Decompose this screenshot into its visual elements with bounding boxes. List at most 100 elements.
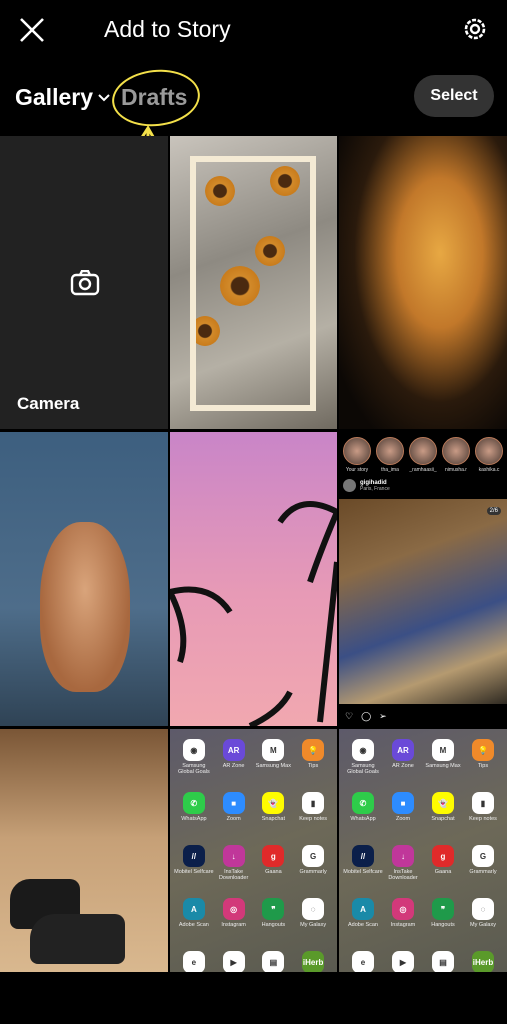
app-icon: 👻 xyxy=(262,792,285,814)
app-label: Zoom xyxy=(395,816,411,822)
app-item: // Mobitel Selfcare xyxy=(174,845,214,892)
close-icon[interactable] xyxy=(18,16,46,44)
gallery-photo-silhouette[interactable] xyxy=(339,136,507,429)
app-item: // Mobitel Selfcare xyxy=(343,845,383,892)
app-item: ◉ Samsung Global Goals xyxy=(174,739,214,786)
app-label: Gaana xyxy=(265,869,282,875)
app-item: g Gaana xyxy=(423,845,463,892)
app-item: 💡 Tips xyxy=(293,739,333,786)
stories-row: Your story tha_ima _ramhaasii_ nimusha.r… xyxy=(339,432,507,473)
app-label: Samsung Global Goals xyxy=(177,763,210,775)
camera-icon xyxy=(70,270,100,296)
app-label: Keep notes xyxy=(299,816,328,822)
app-item: ↓ InsTake Downloader xyxy=(214,845,254,892)
app-item: ◎ Instagram xyxy=(383,898,423,945)
app-item: ■ Zoom xyxy=(214,792,254,839)
app-icon: iHerb xyxy=(302,951,325,972)
app-icon: // xyxy=(182,845,205,867)
app-icon: A xyxy=(352,898,374,920)
gallery-photo-sunflowers[interactable] xyxy=(170,136,337,429)
app-item: ◎ Instagram xyxy=(214,898,254,945)
app-icon: M xyxy=(262,739,285,761)
app-icon: ❞ xyxy=(432,898,454,920)
app-icon: AR xyxy=(392,739,414,761)
app-label: Mobitel Selfcare xyxy=(174,869,214,875)
app-label: Hangouts xyxy=(261,922,286,928)
app-item: ◌ My Galaxy xyxy=(293,898,333,945)
app-icon: ↓ xyxy=(222,845,245,867)
app-item: 👻 Snapchat xyxy=(423,792,463,839)
app-icon: 💡 xyxy=(472,739,494,761)
app-item: iHerbiHerb xyxy=(293,951,333,972)
app-item: g Gaana xyxy=(254,845,294,892)
app-icon: // xyxy=(352,845,374,867)
palm-silhouette xyxy=(170,501,337,726)
gallery-screenshot-instagram[interactable]: Your story tha_ima _ramhaasii_ nimusha.r… xyxy=(339,432,507,726)
gallery-dropdown[interactable]: Gallery xyxy=(15,84,111,111)
gallery-photo-kitten[interactable] xyxy=(0,432,168,726)
gallery-screenshot-apps-2[interactable]: ◉ Samsung Global Goals AR AR Zone M Samsung M… xyxy=(339,729,507,972)
app-label: Samsung Max xyxy=(425,763,461,769)
app-item: ■ Zoom xyxy=(383,792,423,839)
app-label: My Galaxy xyxy=(470,922,496,928)
app-label: Samsung Global Goals xyxy=(347,763,379,775)
app-icon: ✆ xyxy=(182,792,205,814)
gallery-screenshot-apps[interactable]: ◉ Samsung Global Goals AR AR Zone M Samsung M… xyxy=(170,729,337,972)
app-label: Mobitel Selfcare xyxy=(343,869,383,875)
app-icon: ▮ xyxy=(302,792,325,814)
app-label: Snapchat xyxy=(431,816,455,822)
post-header: gigihadid Paris, France xyxy=(343,479,390,492)
app-icon: 👻 xyxy=(432,792,454,814)
app-icon: ✆ xyxy=(352,792,374,814)
app-item: ▮ Keep notes xyxy=(293,792,333,839)
gallery-photo-palms[interactable] xyxy=(170,432,337,726)
app-item: M Samsung Max xyxy=(254,739,294,786)
app-item: ◉ Samsung Global Goals xyxy=(343,739,383,786)
app-icon: ◎ xyxy=(392,898,414,920)
app-label: InsTake Downloader xyxy=(218,869,249,881)
app-icon: ▤ xyxy=(262,951,285,972)
app-item: iHerbiHerb xyxy=(463,951,503,972)
app-item: A Adobe Scan xyxy=(343,898,383,945)
app-item: ◌ My Galaxy xyxy=(463,898,503,945)
app-label: Tips xyxy=(308,763,319,769)
app-item: ▶Meet xyxy=(214,951,254,972)
app-label: Instagram xyxy=(390,922,416,928)
app-item: M Samsung Max xyxy=(423,739,463,786)
app-icon: ◉ xyxy=(182,739,205,761)
app-icon: G xyxy=(472,845,494,867)
app-item: ❞ Hangouts xyxy=(254,898,294,945)
app-icon: ▶ xyxy=(392,951,414,972)
app-icon: ◉ xyxy=(352,739,374,761)
camera-label: Camera xyxy=(17,394,80,413)
app-icon: ▤ xyxy=(432,951,454,972)
app-item: AR AR Zone xyxy=(214,739,254,786)
app-item: G Grammarly xyxy=(463,845,503,892)
app-label: Keep notes xyxy=(469,816,497,822)
gear-icon[interactable] xyxy=(460,14,490,44)
app-icon: ■ xyxy=(392,792,414,814)
app-label: Adobe Scan xyxy=(348,922,378,928)
app-icon: 💡 xyxy=(302,739,325,761)
app-label: Hangouts xyxy=(431,922,455,928)
app-label: InsTake Downloader xyxy=(388,869,418,881)
app-icon: iHerb xyxy=(472,951,494,972)
app-label: Zoom xyxy=(226,816,241,822)
app-item: G Grammarly xyxy=(293,845,333,892)
app-label: Grammarly xyxy=(299,869,327,875)
app-item: 💡 Tips xyxy=(463,739,503,786)
app-icon: g xyxy=(262,845,285,867)
camera-tile[interactable]: Camera xyxy=(0,136,168,429)
app-icon: ▶ xyxy=(222,951,245,972)
app-item: ✆ WhatsApp xyxy=(343,792,383,839)
frame xyxy=(190,156,316,411)
app-icon: g xyxy=(432,845,454,867)
app-label: My Galaxy xyxy=(300,922,327,928)
app-label: Tips xyxy=(477,763,489,769)
app-icon: ◌ xyxy=(472,898,494,920)
app-item: ▶Meet xyxy=(383,951,423,972)
select-button[interactable]: Select xyxy=(414,75,494,117)
gallery-photo-sneakers[interactable] xyxy=(0,729,168,972)
app-icon: e xyxy=(352,951,374,972)
app-item: ✆ WhatsApp xyxy=(174,792,214,839)
